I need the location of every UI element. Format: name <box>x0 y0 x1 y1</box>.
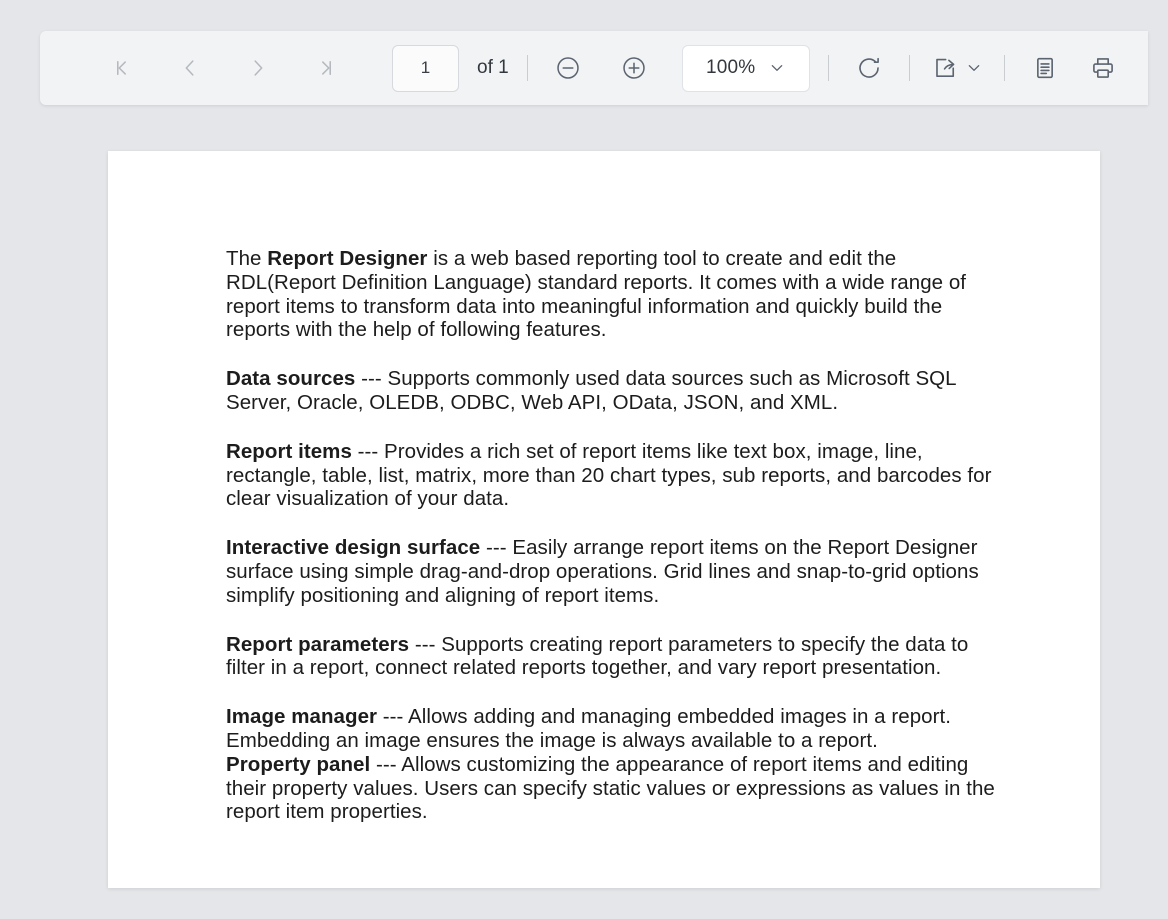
viewer-toolbar: of 1 100% <box>40 31 1148 105</box>
paragraph-report-items: Report items --- Provides a rich set of … <box>226 440 996 511</box>
zoom-level-select[interactable]: 100% <box>681 44 810 92</box>
refresh-button[interactable] <box>847 46 891 90</box>
feature-title-property-panel: Property panel <box>226 752 371 776</box>
feature-title-intro: Report Designer <box>267 247 428 270</box>
paragraph-data-sources: Data sources --- Supports commonly used … <box>226 367 996 415</box>
feature-title-interactive-design-surface: Interactive design surface <box>226 536 481 560</box>
feature-title-report-parameters: Report parameters <box>226 632 410 656</box>
feature-title-image-manager: Image manager <box>226 705 378 729</box>
export-icon <box>932 55 958 81</box>
print-button[interactable] <box>1081 46 1125 90</box>
next-page-button[interactable] <box>236 46 280 90</box>
zoom-in-icon <box>621 55 647 81</box>
paragraph-intro: The Report Designer is a web based repor… <box>226 247 996 342</box>
first-page-icon <box>111 57 133 79</box>
export-chevron-down-icon <box>966 60 982 76</box>
feature-title-data-sources: Data sources <box>226 367 356 391</box>
export-button[interactable] <box>928 46 986 90</box>
paragraph-image-manager: Image manager --- Allows adding and mana… <box>226 705 996 753</box>
toolbar-divider-3 <box>908 55 910 81</box>
report-page-content: The Report Designer is a web based repor… <box>226 247 996 849</box>
chevron-right-icon <box>247 57 269 79</box>
document-icon <box>1032 55 1058 81</box>
zoom-out-icon <box>555 55 581 81</box>
document-scroll-area[interactable]: The Report Designer is a web based repor… <box>0 120 1168 919</box>
chevron-down-icon <box>769 60 785 76</box>
zoom-level-value: 100% <box>706 57 756 78</box>
page-navigation-group <box>100 46 348 90</box>
first-page-button[interactable] <box>100 46 144 90</box>
paragraph-property-panel: Property panel --- Allows customizing th… <box>226 753 996 824</box>
toolbar-divider-1 <box>526 55 528 81</box>
toolbar-divider-4 <box>1003 55 1005 81</box>
report-page: The Report Designer is a web based repor… <box>108 151 1100 888</box>
report-viewer: of 1 100% <box>0 0 1168 919</box>
zoom-in-button[interactable] <box>612 46 656 90</box>
toolbar-divider-2 <box>827 55 829 81</box>
page-setup-button[interactable] <box>1023 46 1067 90</box>
paragraph-report-parameters: Report parameters --- Supports creating … <box>226 633 996 681</box>
paragraph-interactive-design-surface: Interactive design surface --- Easily ar… <box>226 536 996 607</box>
page-number-field-wrapper <box>392 44 459 92</box>
chevron-left-icon <box>179 57 201 79</box>
previous-page-button[interactable] <box>168 46 212 90</box>
feature-title-report-items: Report items <box>226 439 352 463</box>
page-number-input[interactable] <box>392 44 459 92</box>
refresh-icon <box>856 55 882 81</box>
zoom-out-button[interactable] <box>546 46 590 90</box>
last-page-button[interactable] <box>304 46 348 90</box>
page-count-label: of 1 <box>477 57 509 78</box>
body-text-intro: The <box>226 247 268 270</box>
last-page-icon <box>315 57 337 79</box>
print-icon <box>1090 55 1116 81</box>
